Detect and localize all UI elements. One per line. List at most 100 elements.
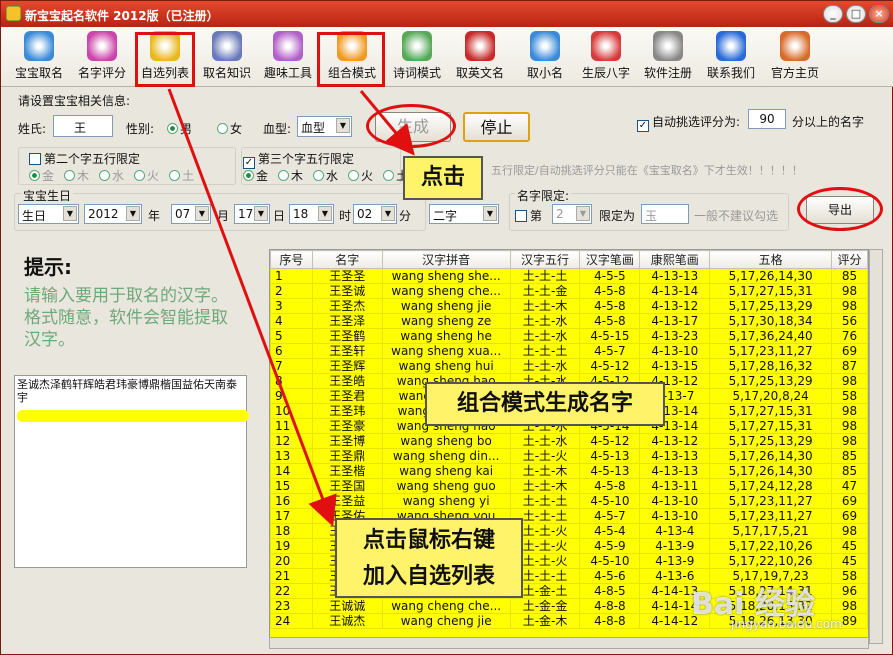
maximize-button[interactable]: □ xyxy=(846,5,866,23)
toolbar-button-label: 官方主页 xyxy=(770,66,819,80)
auto-pick-checkbox[interactable]: ✓ 自动挑选评分为: xyxy=(637,113,740,132)
table-cell: 4-13-10 xyxy=(639,343,711,359)
wuxing-label: 火 xyxy=(361,169,374,183)
checkbox-icon xyxy=(515,210,527,222)
toolbar-button-11[interactable]: 联系我们 xyxy=(700,29,762,85)
toolbar-button-0[interactable]: 宝宝取名 xyxy=(9,29,69,85)
month-select[interactable]: 07 ▼ xyxy=(171,204,211,224)
name-length-select[interactable]: 二字 ▼ xyxy=(429,204,499,224)
toolbar-button-label: 取英文名 xyxy=(455,66,504,80)
column-header[interactable]: 评分 xyxy=(831,250,868,269)
table-cell: 96 xyxy=(831,583,868,599)
wuxing-label: 土 xyxy=(182,169,195,183)
second-wuxing-checkbox[interactable]: 第二个字五行限定 xyxy=(29,150,140,167)
column-header[interactable]: 汉字笔画 xyxy=(579,250,641,269)
calendar-select[interactable]: 生日 ▼ xyxy=(18,204,79,224)
wuxing-radio[interactable]: 水 xyxy=(99,169,124,183)
day-select[interactable]: 17 ▼ xyxy=(234,204,270,224)
toolbar-button-4[interactable]: 趣味工具 xyxy=(259,29,317,85)
callout-combo: 组合模式生成名字 xyxy=(425,382,665,426)
column-header[interactable]: 汉字五行 xyxy=(509,250,581,269)
table-row[interactable]: 16 王圣益 wang sheng yi 土-土-土 4-5-10 4-13-10 5,17… xyxy=(270,493,868,509)
table-row[interactable]: 3 王圣杰 wang sheng jie 土-土-木 4-5-8 4-13-12 5,17,… xyxy=(270,298,868,314)
keyword-text: 圣诚杰泽鹤轩辉皓君玮豪博鼎楷国益佑天南泰宇 xyxy=(17,378,237,404)
wuxing-radio[interactable]: 金 xyxy=(243,169,268,183)
table-cell: 98 xyxy=(831,403,868,419)
table-cell: 王圣博 xyxy=(311,433,383,449)
radio-icon xyxy=(134,170,146,181)
table-row[interactable]: 15 王圣国 wang sheng guo 土-土-木 4-5-8 4-13-11 5,17… xyxy=(270,478,868,494)
table-cell: 98 xyxy=(831,373,868,389)
minute-select[interactable]: 02 ▼ xyxy=(353,204,397,224)
column-header[interactable]: 名字 xyxy=(311,250,383,269)
toolbar-button-7[interactable]: 取英文名 xyxy=(449,29,511,85)
surname-input[interactable]: 王 xyxy=(53,115,113,137)
char-limit-checkbox[interactable]: 第 xyxy=(515,207,542,224)
table-cell: 7 xyxy=(270,358,313,374)
table-row[interactable]: 12 王圣博 wang sheng bo 土-土-水 4-5-12 4-13-12 5,17… xyxy=(270,433,868,449)
minimize-button[interactable]: _ xyxy=(823,5,843,23)
auto-pick-score-input[interactable]: 90 xyxy=(748,109,786,129)
horizontal-scrollbar[interactable] xyxy=(269,637,869,649)
table-row[interactable]: 14 王圣楷 wang sheng kai 土-土-木 4-5-13 4-13-13 5,1… xyxy=(270,463,868,479)
vertical-scrollbar[interactable] xyxy=(869,249,883,644)
table-cell: 5,17,27,15,31 xyxy=(709,418,833,434)
column-header[interactable]: 汉字拼音 xyxy=(381,250,511,269)
column-header[interactable]: 序号 xyxy=(270,250,313,269)
table-row[interactable]: 6 王圣轩 wang sheng xua... 土-土-土 4-5-7 4-13-10 5,… xyxy=(270,343,868,359)
stop-button[interactable]: 停止 xyxy=(463,112,530,142)
table-cell: 4-5-7 xyxy=(579,508,641,524)
table-row[interactable]: 13 王圣鼎 wang sheng din... 土-土-火 4-5-13 4-13-13… xyxy=(270,448,868,464)
gender-male-radio[interactable]: 男 xyxy=(167,120,192,137)
toolbar-button-1[interactable]: 名字评分 xyxy=(71,29,133,85)
table-row[interactable]: 2 王圣诚 wang sheng che... 土-土-金 4-5-8 4-13-14 5,… xyxy=(270,283,868,299)
table-row[interactable]: 7 王圣辉 wang sheng hui 土-土-水 4-5-12 4-13-15 5,17… xyxy=(270,358,868,374)
nth-select[interactable]: 2 ▼ xyxy=(552,204,592,224)
toolbar-button-6[interactable]: 诗词模式 xyxy=(388,29,446,85)
table-cell: 5,17,23,11,27 xyxy=(709,508,833,524)
table-cell: 47 xyxy=(831,478,868,494)
toolbar-button-8[interactable]: 取小名 xyxy=(517,29,573,85)
table-cell: 85 xyxy=(831,463,868,479)
radio-icon xyxy=(169,170,181,181)
table-cell: 4-5-10 xyxy=(579,493,641,509)
keyword-input[interactable]: 圣诚杰泽鹤轩辉皓君玮豪博鼎楷国益佑天南泰宇 xyxy=(14,375,249,568)
toolbar-button-label: 取名知识 xyxy=(202,66,251,80)
table-cell: 王圣辉 xyxy=(311,358,383,374)
toolbar-button-3[interactable]: 取名知识 xyxy=(198,29,256,85)
table-cell: 王圣益 xyxy=(311,493,383,509)
toolbar-button-9[interactable]: 生辰八字 xyxy=(575,29,637,85)
table-cell: 5,17,25,13,29 xyxy=(709,298,833,314)
toolbar-button-10[interactable]: 软件注册 xyxy=(638,29,698,85)
hour-value: 18 xyxy=(293,207,309,221)
wuxing-radio[interactable]: 水 xyxy=(313,169,338,183)
app-window: 新宝宝起名软件 2012版（已注册） _ □ × 宝宝取名 名字评分 自选列表 取名知… xyxy=(0,0,893,655)
table-cell: 6 xyxy=(270,343,313,359)
column-header[interactable]: 康熙笔画 xyxy=(639,250,711,269)
table-cell: 土-土-水 xyxy=(509,328,581,344)
wuxing-radio[interactable]: 火 xyxy=(348,169,373,183)
table-cell: wang sheng jie xyxy=(381,298,511,314)
blood-select[interactable]: 血型 ▼ xyxy=(297,116,352,137)
close-button[interactable]: × xyxy=(869,5,889,23)
toolbar-icon xyxy=(87,31,117,61)
wuxing-radio[interactable]: 金 xyxy=(29,169,54,183)
column-header[interactable]: 五格 xyxy=(709,250,833,269)
year-select[interactable]: 2012 ▼ xyxy=(84,204,142,224)
table-row[interactable]: 1 王圣圣 wang sheng she... 土-土-土 4-5-5 4-13-13 5,… xyxy=(270,268,868,284)
radio-icon xyxy=(29,170,40,181)
gender-female-radio[interactable]: 女 xyxy=(217,120,242,137)
wuxing-radio[interactable]: 火 xyxy=(134,169,159,183)
wuxing-radio[interactable]: 木 xyxy=(278,169,303,183)
wuxing-radio[interactable]: 木 xyxy=(64,169,89,183)
table-row[interactable]: 4 王圣泽 wang sheng ze 土-土-水 4-5-8 4-13-17 5,17,3… xyxy=(270,313,868,329)
table-cell: 王圣泽 xyxy=(311,313,383,329)
hour-select[interactable]: 18 ▼ xyxy=(289,204,334,224)
table-cell: 5,17,30,18,34 xyxy=(709,313,833,329)
table-cell: 4-13-10 xyxy=(639,508,711,524)
table-row[interactable]: 5 王圣鹤 wang sheng he 土-土-水 4-5-15 4-13-23 5,17,… xyxy=(270,328,868,344)
limit-char-input[interactable]: 玉 xyxy=(641,204,689,224)
toolbar-button-12[interactable]: 官方主页 xyxy=(765,29,825,85)
table-cell: 58 xyxy=(831,568,868,584)
wuxing-radio[interactable]: 土 xyxy=(169,169,194,183)
